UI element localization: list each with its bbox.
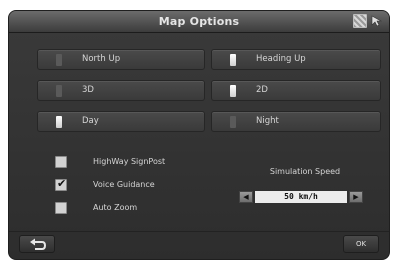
map-grid-icon[interactable] <box>353 14 367 28</box>
simulation-speed-control: ◀ 50 km/h ▶ <box>239 191 363 203</box>
auto-zoom-checkbox[interactable] <box>55 202 67 214</box>
title-icons <box>353 14 383 28</box>
2d-label: 2D <box>256 85 268 95</box>
heading-up-label: Heading Up <box>256 54 306 64</box>
back-arrow-icon <box>30 238 47 250</box>
day-option[interactable]: Day <box>37 111 205 132</box>
2d-indicator <box>230 85 236 97</box>
night-indicator <box>230 116 236 128</box>
auto-zoom-label: Auto Zoom <box>93 203 138 212</box>
ok-button[interactable]: OK <box>343 235 379 253</box>
speed-increase-button[interactable]: ▶ <box>349 191 363 203</box>
cursor-arrow-icon[interactable] <box>371 15 383 27</box>
highway-signpost-label: HighWay SignPost <box>93 157 166 166</box>
highway-signpost-checkbox[interactable] <box>55 156 67 168</box>
3d-label: 3D <box>82 85 94 95</box>
dialog-title: Map Options <box>158 15 240 28</box>
voice-guidance-label: Voice Guidance <box>93 180 155 189</box>
voice-guidance-checkbox[interactable]: ✔ <box>55 177 67 191</box>
simulation-speed-title: Simulation Speed <box>269 167 341 176</box>
day-indicator <box>56 116 62 128</box>
night-label: Night <box>256 116 279 126</box>
day-label: Day <box>82 116 99 126</box>
speed-value: 50 km/h <box>255 191 347 203</box>
3d-option[interactable]: 3D <box>37 80 205 101</box>
north-up-option[interactable]: North Up <box>37 49 205 70</box>
heading-up-indicator <box>230 54 236 66</box>
checkmark-icon: ✔ <box>57 177 67 190</box>
north-up-label: North Up <box>82 54 121 64</box>
north-up-indicator <box>56 54 62 66</box>
footer-divider <box>9 231 389 232</box>
speed-decrease-button[interactable]: ◀ <box>239 191 253 203</box>
heading-up-option[interactable]: Heading Up <box>211 49 381 70</box>
3d-indicator <box>56 85 62 97</box>
back-button[interactable] <box>19 235 55 253</box>
night-option[interactable]: Night <box>211 111 381 132</box>
2d-option[interactable]: 2D <box>211 80 381 101</box>
map-options-dialog: Map Options North Up Heading Up 3D 2D Da… <box>8 10 390 260</box>
title-bar: Map Options <box>9 11 389 33</box>
